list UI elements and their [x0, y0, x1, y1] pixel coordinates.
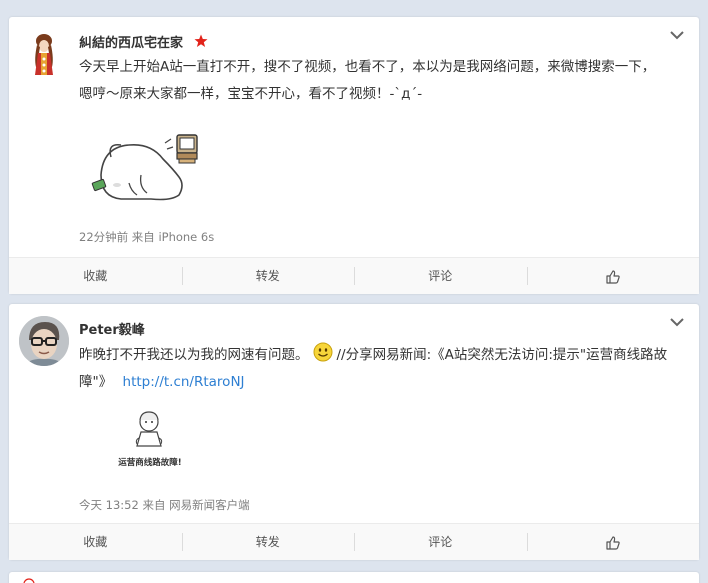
image-caption: 运营商线路故障! — [118, 458, 182, 468]
calendar-icon — [23, 578, 35, 583]
post-text-part: 障"》 — [79, 374, 113, 390]
action-bar: 收藏 转发 评论 — [9, 257, 699, 294]
star-icon[interactable] — [194, 34, 208, 48]
post-text: 昨晚打不开我还以为我的网速有问题。 //分享网易新闻:《A站突然无法访问:提示"… — [79, 342, 687, 396]
author-name[interactable]: 糾結的西瓜宅在家 — [79, 36, 183, 51]
chevron-down-icon[interactable] — [669, 316, 685, 328]
collect-button[interactable]: 收藏 — [9, 524, 182, 560]
post-text-line: 嗯哼～原来大家都一样，宝宝不开心，看不了视频！-`д´- — [79, 86, 423, 102]
avatar[interactable] — [19, 29, 69, 79]
post-link[interactable]: http://t.cn/RtaroNJ — [123, 374, 245, 390]
author-line: 糾結的西瓜宅在家 — [79, 32, 208, 51]
avatar[interactable] — [19, 316, 69, 366]
action-bar: 收藏 转发 评论 — [9, 523, 699, 560]
post-image-sticker[interactable]: 运营商线路故障! — [107, 410, 193, 470]
post-card: Peter毅峰 昨晚打不开我还以为我的网速有问题。 //分享网易新闻:《A站突然… — [9, 304, 699, 560]
weibo-feed: 糾結的西瓜宅在家 今天早上开始A站一直打不开，搜不了视频，也看不了，本以为是我网… — [0, 0, 708, 583]
repost-button[interactable]: 转发 — [181, 258, 355, 294]
repost-button[interactable]: 转发 — [181, 524, 355, 560]
post-text-part: //分享网易新闻:《A站突然无法访问:提示"运营商线路故 — [336, 347, 668, 363]
collect-button[interactable]: 收藏 — [9, 258, 182, 294]
like-button[interactable] — [526, 524, 700, 560]
thumbs-up-icon — [606, 535, 620, 550]
smiley-emoji — [313, 342, 332, 362]
author-name[interactable]: Peter毅峰 — [79, 319, 145, 338]
comment-button[interactable]: 评论 — [354, 258, 527, 294]
thumbs-up-icon — [606, 269, 620, 284]
post-card — [9, 572, 699, 583]
comment-button[interactable]: 评论 — [354, 524, 527, 560]
like-button[interactable] — [526, 258, 700, 294]
chevron-down-icon[interactable] — [669, 29, 685, 41]
post-text-part: 昨晚打不开我还以为我的网速有问题。 — [79, 347, 309, 363]
post-meta[interactable]: 今天 13:52 来自 网易新闻客户端 — [79, 497, 250, 513]
post-card: 糾結的西瓜宅在家 今天早上开始A站一直打不开，搜不了视频，也看不了，本以为是我网… — [9, 17, 699, 294]
post-text: 今天早上开始A站一直打不开，搜不了视频，也看不了，本以为是我网络问题，来微博搜索… — [79, 54, 687, 108]
post-meta[interactable]: 22分钟前 来自 iPhone 6s — [79, 229, 214, 245]
post-image-sticker[interactable] — [81, 125, 201, 207]
post-text-line: 今天早上开始A站一直打不开，搜不了视频，也看不了，本以为是我网络问题，来微博搜索… — [79, 59, 656, 75]
